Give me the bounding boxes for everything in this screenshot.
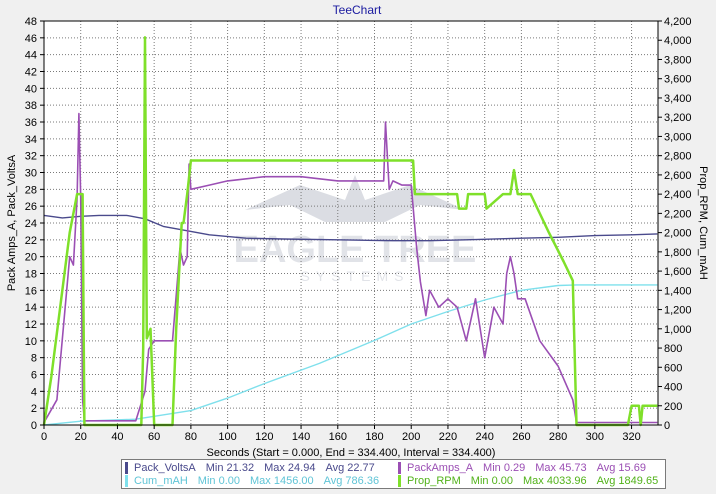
y-left-tick-label: 40	[25, 83, 37, 95]
legend-min: 21.32	[226, 462, 255, 474]
y-left-tick-label: 30	[25, 168, 37, 180]
y-left-tick-label: 28	[25, 184, 37, 196]
y-right-tick-label: 400	[664, 382, 682, 394]
legend-swatch-pack-amps	[398, 462, 401, 474]
y-left-tick-label: 42	[25, 67, 37, 79]
y-left-tick-label: 18	[25, 269, 37, 281]
legend-entry-prop-rpm: Prop_RPM Min 0.00 Max 4033.96 Avg 1849.65	[407, 475, 659, 487]
legend-avg: 1849.65	[618, 475, 659, 487]
y-left-tick-label: 2	[31, 403, 37, 415]
x-tick-label: 240	[475, 431, 493, 443]
watermark-line1: EAGLE TREE	[234, 229, 477, 271]
x-tick-label: 40	[111, 431, 123, 443]
y-left-tick-label: 12	[25, 319, 37, 331]
y-right-tick-label: 200	[664, 401, 682, 413]
y-right-tick-label: 600	[664, 362, 682, 374]
y-right-tick-label: 1,200	[664, 305, 692, 317]
legend-max: 45.73	[559, 462, 587, 474]
legend-avg: 786.36	[345, 475, 380, 487]
legend-swatch-cum-mah	[125, 475, 128, 487]
legend-swatch-prop-rpm	[398, 475, 401, 487]
x-tick-label: 120	[255, 431, 273, 443]
x-tick-label: 60	[148, 431, 160, 443]
y-left-tick-label: 6	[31, 370, 37, 382]
legend-max: 24.94	[287, 462, 316, 474]
y-left-tick-label: 16	[25, 285, 37, 297]
chart-title: TeeChart	[333, 3, 382, 17]
legend-name: Pack_VoltsA	[134, 462, 196, 474]
y-right-tick-label: 3,200	[664, 112, 692, 124]
y-left-tick-label: 0	[31, 420, 37, 432]
legend-max: 4033.96	[546, 475, 587, 487]
x-tick-label: 180	[365, 431, 383, 443]
watermark-line2: SYSTEMS	[301, 268, 410, 284]
x-tick-label: 0	[41, 431, 47, 443]
legend: Pack_VoltsA Min 21.32 Max 24.94 Avg 22.77 P…	[121, 459, 666, 489]
y-right-tick-label: 0	[664, 420, 670, 432]
y-right-tick-label: 4,000	[664, 35, 692, 47]
y-right-tick-label: 4,200	[664, 16, 692, 28]
y-axis-label-right: Prop_RPM, Cum_mAH	[697, 166, 709, 280]
y-left-tick-label: 38	[25, 100, 37, 112]
legend-entry-pack-volts: Pack_VoltsA Min 21.32 Max 24.94 Avg 22.77	[134, 462, 375, 474]
legend-max: 1456.00	[273, 475, 314, 487]
plot-area	[44, 21, 658, 425]
y-right-tick-label: 2,200	[664, 208, 692, 220]
y-left-tick-label: 14	[25, 302, 37, 314]
legend-entry-pack-amps: PackAmps_A Min 0.29 Max 45.73 Avg 15.69	[407, 462, 646, 474]
y-right-tick-label: 2,400	[664, 189, 692, 201]
y-right-tick-label: 3,400	[664, 93, 692, 105]
y-left-tick-label: 32	[25, 151, 37, 163]
x-tick-label: 100	[218, 431, 236, 443]
legend-swatch-pack-volts	[125, 462, 128, 474]
legend-min: 0.00	[491, 475, 513, 487]
y-left-tick-label: 8	[31, 353, 37, 365]
y-right-tick-label: 3,000	[664, 131, 692, 143]
x-axis-label: Seconds (Start = 0.000, End = 334.400, I…	[207, 447, 496, 459]
y-right-tick-label: 800	[664, 343, 682, 355]
y-left-tick-label: 44	[25, 50, 37, 62]
y-right-tick-label: 2,600	[664, 170, 692, 182]
y-axis-label-left: Pack Amps_A, Pack_VoltsA	[6, 154, 18, 291]
x-tick-label: 300	[586, 431, 604, 443]
y-left-tick-label: 36	[25, 117, 37, 129]
y-right-tick-label: 1,000	[664, 324, 692, 336]
y-right-tick-label: 2,000	[664, 228, 692, 240]
x-tick-label: 200	[402, 431, 420, 443]
legend-name: Cum_mAH	[134, 475, 188, 487]
x-tick-label: 280	[549, 431, 567, 443]
x-tick-label: 80	[185, 431, 197, 443]
y-right-tick-label: 1,800	[664, 247, 692, 259]
y-left-tick-label: 20	[25, 252, 37, 264]
y-left-tick-label: 22	[25, 235, 37, 247]
x-tick-label: 160	[329, 431, 347, 443]
legend-min: 0.29	[503, 462, 526, 474]
legend-entry-cum-mah: Cum_mAH Min 0.00 Max 1456.00 Avg 786.36	[134, 475, 380, 487]
y-left-tick-label: 46	[25, 33, 37, 45]
y-left-tick-label: 10	[25, 336, 37, 348]
x-tick-label: 20	[75, 431, 87, 443]
y-left-tick-label: 4	[31, 386, 37, 398]
legend-avg: 15.69	[618, 462, 646, 474]
x-tick-label: 260	[512, 431, 530, 443]
legend-name: PackAmps_A	[407, 462, 474, 474]
y-right-tick-label: 1,600	[664, 266, 692, 278]
y-left-tick-label: 34	[25, 134, 37, 146]
x-tick-label: 220	[439, 431, 457, 443]
legend-avg: 22.77	[347, 462, 375, 474]
y-right-tick-label: 3,800	[664, 54, 692, 66]
y-right-tick-label: 3,600	[664, 74, 692, 86]
y-right-tick-label: 2,800	[664, 151, 692, 163]
x-tick-label: 140	[292, 431, 310, 443]
legend-min: 0.00	[218, 475, 240, 487]
legend-name: Prop_RPM	[407, 475, 461, 487]
y-left-tick-label: 26	[25, 201, 37, 213]
y-right-tick-label: 1,400	[664, 285, 692, 297]
chart-frame: TeeChart EAGLE TREE SYSTEMS 0 20 40 60 80 100…	[6, 3, 709, 459]
x-tick-label: 320	[622, 431, 640, 443]
y-left-tick-label: 48	[25, 16, 37, 28]
y-left-tick-label: 24	[25, 218, 37, 230]
